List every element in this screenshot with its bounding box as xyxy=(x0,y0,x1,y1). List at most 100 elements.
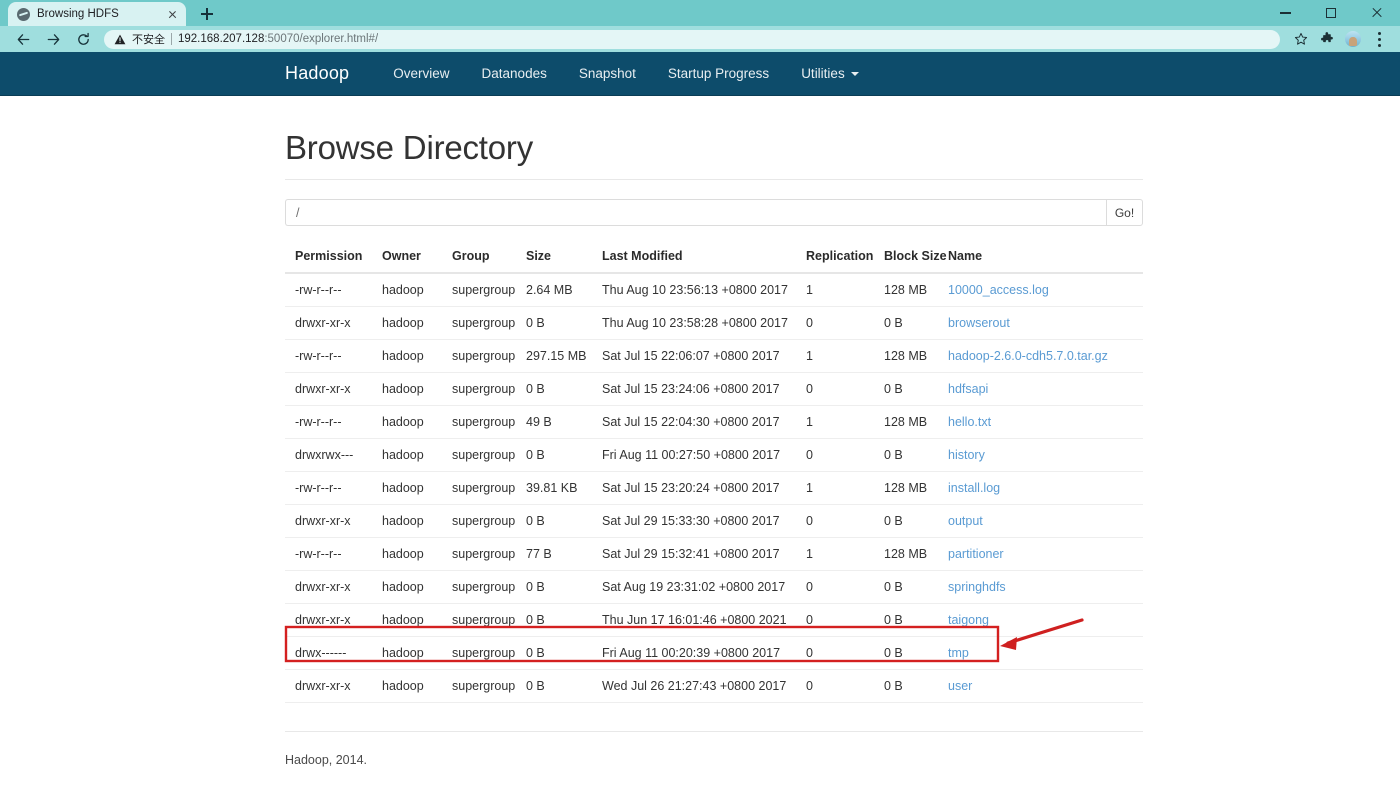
cell-size: 0 B xyxy=(526,570,602,604)
file-link-browserout[interactable]: browserout xyxy=(948,316,1010,330)
cell-size: 0 B xyxy=(526,603,602,637)
new-tab-button[interactable] xyxy=(194,2,220,26)
cell-group: supergroup xyxy=(452,603,526,637)
url-path: :50070/explorer.html#/ xyxy=(264,33,379,45)
title-divider xyxy=(285,179,1143,180)
cell-permission: drwxrwx--- xyxy=(285,438,382,472)
col-group: Group xyxy=(452,243,526,274)
file-link-partitioner[interactable]: partitioner xyxy=(948,547,1004,561)
cell-replication: 1 xyxy=(806,273,884,307)
cell-owner: hadoop xyxy=(382,372,452,406)
globe-icon xyxy=(17,7,30,21)
close-icon[interactable] xyxy=(165,7,180,22)
cell-block-size: 0 B xyxy=(884,669,948,703)
table-row: drwxr-xr-x hadoop supergroup 0 B Sat Aug 19 … xyxy=(285,570,1143,604)
file-link-history[interactable]: history xyxy=(948,448,985,462)
cell-permission: -rw-r--r-- xyxy=(285,537,382,571)
page-title: Browse Directory xyxy=(285,129,534,166)
cell-size: 297.15 MB xyxy=(526,339,602,373)
cell-owner: hadoop xyxy=(382,306,452,340)
minimize-button[interactable] xyxy=(1262,0,1308,26)
file-link-install.log[interactable]: install.log xyxy=(948,481,1000,495)
cell-group: supergroup xyxy=(452,471,526,505)
cell-replication: 1 xyxy=(806,405,884,439)
col-owner: Owner xyxy=(382,243,452,274)
file-link-output[interactable]: output xyxy=(948,514,983,528)
table-row: drwxr-xr-x hadoop supergroup 0 B Sat Jul 29 … xyxy=(285,504,1143,538)
file-link-taigong[interactable]: taigong xyxy=(948,613,989,627)
back-icon[interactable] xyxy=(8,26,38,52)
cell-owner: hadoop xyxy=(382,471,452,505)
file-link-hadoop-2.6.0-cdh5.7.0.tar.gz[interactable]: hadoop-2.6.0-cdh5.7.0.tar.gz xyxy=(948,349,1108,363)
browser-tab[interactable]: Browsing HDFS xyxy=(8,2,186,26)
reload-icon[interactable] xyxy=(68,26,98,52)
window-close-button[interactable] xyxy=(1354,0,1400,26)
url-host: 192.168.207.128 xyxy=(178,33,265,45)
table-row: drwxr-xr-x hadoop supergroup 0 B Sat Jul 15 … xyxy=(285,372,1143,406)
hadoop-brand[interactable]: Hadoop xyxy=(285,63,349,84)
cell-last-modified: Thu Aug 10 23:56:13 +0800 2017 xyxy=(602,273,806,307)
cell-block-size: 128 MB xyxy=(884,339,948,373)
cell-permission: drwxr-xr-x xyxy=(285,570,382,604)
nav-datanodes[interactable]: Datanodes xyxy=(466,52,563,96)
maximize-button[interactable] xyxy=(1308,0,1354,26)
cell-last-modified: Sat Jul 15 22:06:07 +0800 2017 xyxy=(602,339,806,373)
cell-permission: drwx------ xyxy=(285,636,382,670)
nav-utilities[interactable]: Utilities xyxy=(785,52,875,96)
file-link-springhdfs[interactable]: springhdfs xyxy=(948,580,1006,594)
cell-permission: -rw-r--r-- xyxy=(285,405,382,439)
cell-last-modified: Thu Aug 10 23:58:28 +0800 2017 xyxy=(602,306,806,340)
cell-permission: drwxr-xr-x xyxy=(285,669,382,703)
cell-block-size: 128 MB xyxy=(884,471,948,505)
cell-name: browserout xyxy=(948,306,1143,340)
cell-size: 0 B xyxy=(526,636,602,670)
address-bar[interactable]: 不安全 192.168.207.128:50070/explorer.html#… xyxy=(104,29,1280,49)
file-link-10000_access.log[interactable]: 10000_access.log xyxy=(948,283,1049,297)
cell-block-size: 0 B xyxy=(884,372,948,406)
forward-icon[interactable] xyxy=(38,26,68,52)
tab-title: Browsing HDFS xyxy=(37,8,119,20)
cell-name: partitioner xyxy=(948,537,1143,571)
cell-size: 39.81 KB xyxy=(526,471,602,505)
cell-size: 0 B xyxy=(526,306,602,340)
cell-name: hadoop-2.6.0-cdh5.7.0.tar.gz xyxy=(948,339,1143,373)
cell-replication: 0 xyxy=(806,438,884,472)
cell-group: supergroup xyxy=(452,669,526,703)
go-button[interactable]: Go! xyxy=(1106,199,1143,226)
cell-owner: hadoop xyxy=(382,636,452,670)
col-replication: Replication xyxy=(806,243,884,274)
cell-block-size: 0 B xyxy=(884,636,948,670)
page-viewport: Hadoop Overview Datanodes Snapshot Start… xyxy=(0,52,1400,792)
kebab-menu-icon[interactable] xyxy=(1366,26,1392,52)
cell-replication: 0 xyxy=(806,306,884,340)
cell-name: tmp xyxy=(948,636,1143,670)
cell-owner: hadoop xyxy=(382,405,452,439)
footer-text: Hadoop, 2014. xyxy=(285,753,368,767)
toolbar-actions xyxy=(1288,26,1392,52)
file-link-hello.txt[interactable]: hello.txt xyxy=(948,415,991,429)
table-row: drwxr-xr-x hadoop supergroup 0 B Wed Jul 26 … xyxy=(285,669,1143,703)
col-name: Name xyxy=(948,243,1143,274)
cell-last-modified: Sat Jul 15 23:24:06 +0800 2017 xyxy=(602,372,806,406)
star-icon[interactable] xyxy=(1288,26,1314,52)
cell-group: supergroup xyxy=(452,636,526,670)
table-row: drwxrwx--- hadoop supergroup 0 B Fri Aug 11 … xyxy=(285,438,1143,472)
path-input[interactable] xyxy=(285,199,1106,226)
nav-startup-progress[interactable]: Startup Progress xyxy=(652,52,785,96)
table-row: drwxr-xr-x hadoop supergroup 0 B Thu Aug 10 … xyxy=(285,306,1143,340)
avatar-icon[interactable] xyxy=(1340,26,1366,52)
file-link-hdfsapi[interactable]: hdfsapi xyxy=(948,382,988,396)
cell-group: supergroup xyxy=(452,339,526,373)
cell-name: history xyxy=(948,438,1143,472)
cell-last-modified: Sat Jul 29 15:32:41 +0800 2017 xyxy=(602,537,806,571)
cell-replication: 1 xyxy=(806,471,884,505)
cell-name: install.log xyxy=(948,471,1143,505)
nav-snapshot[interactable]: Snapshot xyxy=(563,52,652,96)
table-row: -rw-r--r-- hadoop supergroup 77 B Sat Jul 29… xyxy=(285,537,1143,571)
directory-table: Permission Owner Group Size Last Modifie… xyxy=(285,243,1143,703)
nav-overview[interactable]: Overview xyxy=(377,52,465,96)
cell-permission: drwxr-xr-x xyxy=(285,504,382,538)
file-link-user[interactable]: user xyxy=(948,679,972,693)
puzzle-icon[interactable] xyxy=(1314,26,1340,52)
file-link-tmp[interactable]: tmp xyxy=(948,646,969,660)
